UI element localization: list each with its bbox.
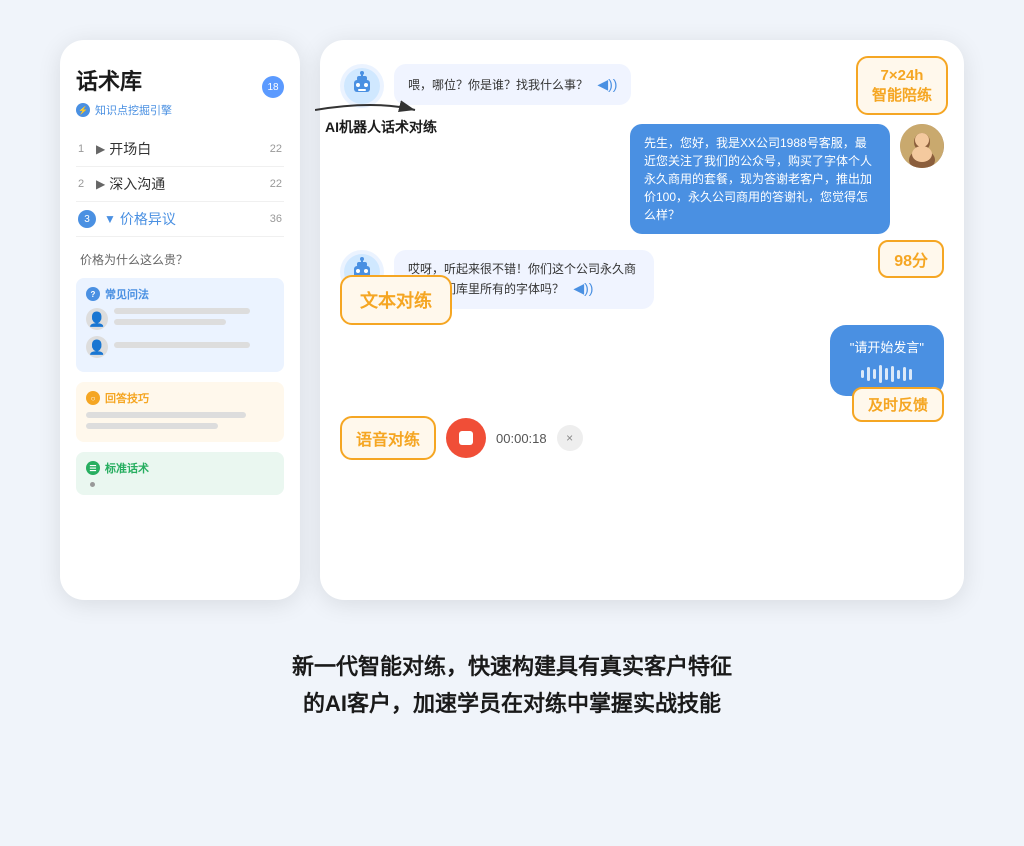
menu-arrow-1: ▶ [96,142,105,156]
section-header-answer: ○ 回答技巧 [86,390,274,406]
sound-icon-2: ◀)) [573,280,593,296]
person-avatar-2: 👤 [86,336,108,358]
menu-label-1: 开场白 [109,139,270,159]
section-standard-speech: ☰ 标准话术 [76,452,284,495]
bottom-text-line1: 新一代智能对练，快速构建具有真实客户特征 [292,648,732,685]
chat-row-human-1: 先生，您好，我是XX公司1988号客服，最近您关注了我们的公众号，购买了字体个人… [340,124,944,234]
record-stop-button[interactable] [446,418,486,458]
phone-title: 话术库 [76,64,284,96]
person-lines-1 [114,308,274,330]
menu-count-2: 22 [270,178,282,190]
person-row-2: 👤 [86,336,274,358]
phone-subtitle: ⚡ 知识点挖掘引擎 [76,102,284,118]
menu-label-2: 深入沟通 [109,174,270,194]
bullet-dot [90,482,95,487]
wave-bar-8 [903,367,906,381]
human-avatar [900,124,944,168]
wave-bar-4 [879,365,882,383]
badge-number: 18 [262,76,284,98]
subtitle-icon: ⚡ [76,103,90,117]
menu-item-2[interactable]: 2 ▶ 深入沟通 22 [76,167,284,202]
menu-num-1: 1 [78,143,92,155]
text-practice-badge: 文本对练 [340,275,452,325]
arrow-area: AI机器人话术对练 [315,95,435,130]
main-panels: 话术库 ⚡ 知识点挖掘引擎 18 1 ▶ 开场白 22 2 ▶ 深入沟通 22 … [60,40,964,600]
bottom-text-line2: 的AI客户，加速学员在对练中掌握实战技能 [292,685,732,722]
chat-row-voice-input: "请开始发言" [340,325,944,396]
menu-item-1[interactable]: 1 ▶ 开场白 22 [76,132,284,167]
voice-timer: 00:00:18 [496,431,547,446]
wave-bar-2 [867,367,870,381]
wave-bar-3 [873,369,876,379]
phone-panel: 话术库 ⚡ 知识点挖掘引擎 18 1 ▶ 开场白 22 2 ▶ 深入沟通 22 … [60,40,300,600]
badge-score: 98分 [878,240,944,278]
section-answer-tips: ○ 回答技巧 [76,382,284,442]
menu-arrow-2: ▶ [96,177,105,191]
menu-item-3[interactable]: 3 ▼ 价格异议 36 [76,202,284,237]
wave-bar-7 [897,370,900,379]
voice-speak-text: "请开始发言" [850,337,924,356]
person-row-1: 👤 [86,308,274,330]
section-icon-common: ? [86,287,100,301]
menu-list: 1 ▶ 开场白 22 2 ▶ 深入沟通 22 3 ▼ 价格异议 36 [76,132,284,237]
wave-bar-1 [861,370,864,378]
sub-question: 价格为什么这么贵？ [76,251,284,268]
person-lines-2 [114,342,274,353]
menu-count-1: 22 [270,143,282,155]
human-avatar-icon [900,124,944,168]
badge-feedback: 及时反馈 [852,387,944,422]
arrow-label: AI机器人话术对练 [325,117,437,137]
person-avatar-1: 👤 [86,308,108,330]
menu-arrow-3: ▼ [104,212,116,226]
voice-close-button[interactable]: × [557,425,583,451]
section-icon-answer: ○ [86,391,100,405]
waveform [850,364,924,384]
menu-count-3: 36 [270,213,282,225]
section-common-questions: ? 常见问法 👤 👤 [76,278,284,372]
chat-bubble-human-1: 先生，您好，我是XX公司1988号客服，最近您关注了我们的公众号，购买了字体个人… [630,124,890,234]
menu-num-2: 2 [78,178,92,190]
badge-724: 7×24h 智能陪练 [856,56,948,115]
placeholder-line-3b [86,423,218,429]
section-header-standard: ☰ 标准话术 [86,460,274,476]
wave-bar-6 [891,366,894,382]
placeholder-line-2a [114,342,250,348]
voice-practice-badge: 语音对练 [340,416,436,460]
wave-bar-5 [885,368,888,380]
placeholder-line-1b [114,319,226,325]
section-header-common: ? 常见问法 [86,286,274,302]
voice-controls-row: 语音对练 00:00:18 × [340,416,944,460]
menu-num-3: 3 [78,210,96,228]
menu-label-3: 价格异议 [120,209,270,229]
sound-icon-1: ◀)) [597,76,617,92]
voice-bubble: "请开始发言" [830,325,944,396]
placeholder-line-3a [86,412,246,418]
placeholder-line-1a [114,308,250,314]
bottom-text-area: 新一代智能对练，快速构建具有真实客户特征 的AI客户，加速学员在对练中掌握实战技… [292,648,732,723]
wave-bar-9 [909,369,912,380]
section-icon-standard: ☰ [86,461,100,475]
